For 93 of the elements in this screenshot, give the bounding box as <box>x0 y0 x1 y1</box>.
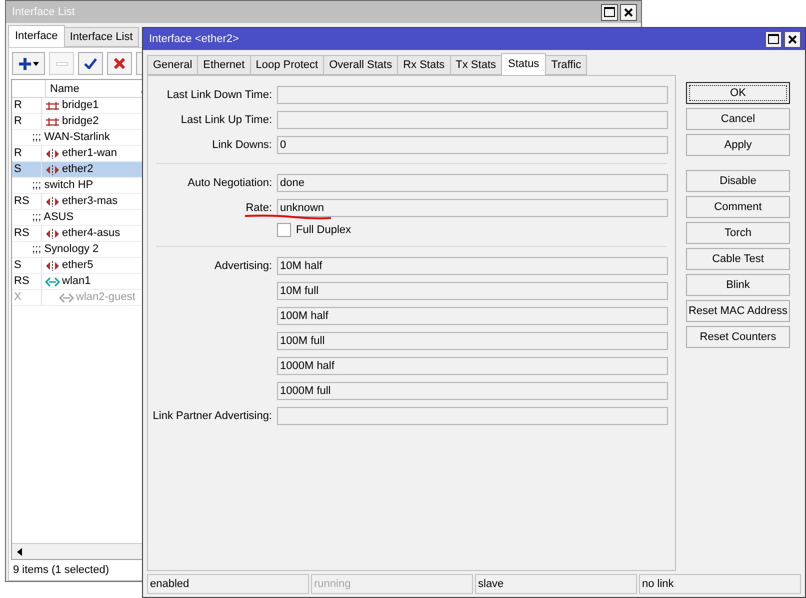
item-count: 9 items (1 selected) <box>12 563 110 578</box>
readonly-field: done <box>277 174 668 192</box>
dialog-button[interactable]: Disable <box>686 170 790 192</box>
maximize-icon <box>604 7 615 17</box>
flag-text: RS <box>14 194 30 209</box>
plus-icon <box>18 58 30 70</box>
maximize-icon <box>768 34 779 44</box>
tab[interactable]: General <box>147 55 198 75</box>
field-label: Last Link Down Time: <box>166 88 272 100</box>
tab[interactable]: Interface List <box>64 27 139 47</box>
ethernet-icon <box>45 164 60 174</box>
tab[interactable]: Rx Stats <box>397 55 451 75</box>
readonly-field: 1000M full <box>277 382 668 400</box>
readonly-field: 100M half <box>277 306 668 324</box>
checkmark-icon <box>84 58 97 69</box>
field-label: Auto Negotiation: <box>186 176 272 188</box>
field-label: Rate: <box>244 202 272 214</box>
close-icon <box>624 8 633 16</box>
caret-icon <box>32 62 38 66</box>
status-cell: running <box>311 574 473 594</box>
interface-name: wlan2-guest <box>76 290 136 305</box>
bridge-icon <box>45 116 60 126</box>
flag-text: R <box>14 98 22 113</box>
window-title: Interface List <box>12 6 75 18</box>
minus-icon <box>56 62 68 66</box>
ethernet-icon <box>45 260 60 270</box>
readonly-field: 1000M half <box>277 356 668 374</box>
status-cell: enabled <box>147 574 309 594</box>
readonly-field: 0 <box>277 136 668 154</box>
enable-button[interactable] <box>78 52 103 75</box>
dialog-button[interactable]: Torch <box>686 222 790 244</box>
close-button[interactable] <box>784 30 801 48</box>
flag-text: S <box>14 162 22 177</box>
bridge-icon <box>45 100 60 110</box>
checkbox-label: Full Duplex <box>296 224 352 236</box>
field-label: Link Downs: <box>211 138 272 150</box>
field-label: Link Partner Advertising: <box>152 410 272 422</box>
dialog-button[interactable]: Cancel <box>686 108 790 130</box>
maximize-button[interactable] <box>601 4 618 20</box>
comment-text: ;;; WAN-Starlink <box>31 130 110 145</box>
left-arrow-icon <box>17 548 22 556</box>
window-title: Interface <ether2> <box>149 33 239 45</box>
wireless-icon <box>59 292 74 302</box>
checkbox[interactable] <box>277 223 291 237</box>
ethernet-icon <box>45 196 60 206</box>
tab[interactable]: Ethernet <box>197 55 251 75</box>
field-label: Last Link Up Time: <box>180 114 272 126</box>
column-header[interactable]: Name <box>50 82 80 94</box>
add-button[interactable] <box>12 52 45 75</box>
interface-name: ether4-asus <box>62 226 120 241</box>
comment-text: ;;; ASUS <box>31 210 74 225</box>
ethernet-icon <box>45 228 60 238</box>
dialog-button[interactable]: Apply <box>686 134 790 156</box>
flag-text: R <box>14 146 22 161</box>
comment-text: ;;; switch HP <box>31 178 94 193</box>
tab[interactable]: Overall Stats <box>323 55 398 75</box>
flag-text: RS <box>14 226 30 241</box>
tab[interactable]: Loop Protect <box>250 55 324 75</box>
flag-text: RS <box>14 274 30 289</box>
dialog-button[interactable]: Reset MAC Address <box>686 300 790 322</box>
field-label: Advertising: <box>214 260 272 272</box>
interface-name: ether1-wan <box>62 146 118 161</box>
readonly-field: 10M full <box>277 282 668 300</box>
dialog-button[interactable]: Blink <box>686 274 790 296</box>
wireless-icon <box>45 276 60 286</box>
interface-name: bridge1 <box>62 98 99 113</box>
maximize-button[interactable] <box>765 30 782 48</box>
comment-text: ;;; Synology 2 <box>31 242 99 257</box>
readonly-field: 10M half <box>277 256 668 274</box>
tab[interactable]: Tx Stats <box>450 55 502 75</box>
interface-name: ether5 <box>62 258 94 273</box>
tab[interactable]: Status <box>501 53 546 75</box>
interface-name: bridge2 <box>62 114 99 129</box>
dialog-button[interactable]: OK <box>686 82 790 104</box>
disable-button[interactable] <box>107 52 132 75</box>
dialog-button[interactable]: Reset Counters <box>686 326 790 348</box>
flag-text: R <box>14 114 22 129</box>
status-cell: no link <box>639 574 801 594</box>
close-icon <box>788 34 797 44</box>
flag-text: X <box>14 290 22 305</box>
close-button[interactable] <box>620 4 637 20</box>
dialog-button[interactable]: Comment <box>686 196 790 218</box>
status-cell: slave <box>475 574 637 594</box>
interface-name: ether3-mas <box>62 194 118 209</box>
ethernet-icon <box>45 148 60 158</box>
cross-icon <box>114 58 125 69</box>
interface-name: wlan1 <box>62 274 91 289</box>
dialog-button[interactable]: Cable Test <box>686 248 790 270</box>
flag-text: S <box>14 258 22 273</box>
tab[interactable]: Interface <box>8 25 65 47</box>
interface-name: ether2 <box>62 162 94 177</box>
tab[interactable]: Traffic <box>545 55 588 75</box>
readonly-field: 100M full <box>277 332 668 350</box>
